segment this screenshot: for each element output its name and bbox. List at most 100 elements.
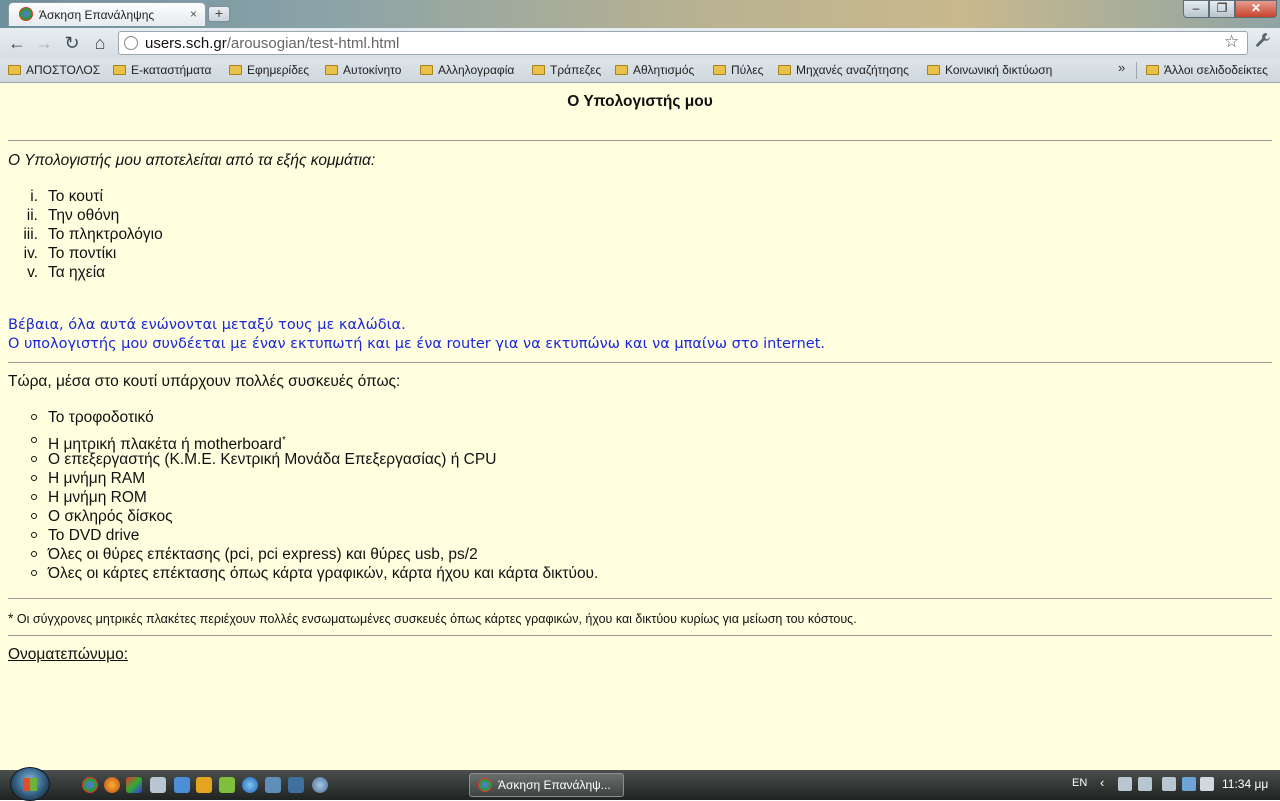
folder-icon [713,65,726,75]
list-item: Όλες οι θύρες επέκτασης (pci, pci expres… [31,545,598,564]
internal-devices-list: Το τροφοδοτικό Η μητρική πλακέτα ή mothe… [31,408,599,583]
firefox-quicklaunch-icon[interactable] [104,777,120,793]
explorer-quicklaunch-icon[interactable] [174,777,190,793]
globe-quicklaunch-icon[interactable] [312,777,328,793]
folder-icon [420,65,433,75]
forward-arrow-icon[interactable]: → [33,32,55,54]
bookmark-other-bookmarks[interactable]: Άλλοι σελιδοδείκτες [1146,63,1268,77]
desktop-quicklaunch-icon[interactable] [265,777,281,793]
list-number: ii. [26,207,38,224]
tray-app-icon[interactable] [1162,777,1176,791]
media-quicklaunch-icon[interactable] [196,777,212,793]
taskbar-chrome-window[interactable]: Άσκηση Επανάληψ... [469,773,624,797]
bullet-circle-icon [31,456,37,462]
minimize-button[interactable]: – [1183,0,1209,18]
folder-icon [1146,65,1159,75]
bookmark-mixanes-anazitisis[interactable]: Μηχανές αναζήτησης [778,63,909,77]
list-text: Το τροφοδοτικό [48,409,154,426]
list-text: Το DVD drive [48,527,140,544]
network-icon[interactable] [1182,777,1196,791]
browser-tab[interactable]: Άσκηση Επανάληψης × [8,2,206,26]
close-window-button[interactable]: ✕ [1235,0,1277,18]
bookmark-aftokinito[interactable]: Αυτοκίνητο [325,63,401,77]
chrome-favicon-icon [478,778,492,792]
bullet-circle-icon [31,570,37,576]
bookmark-athlitismos[interactable]: Αθλητισμός [615,63,694,77]
url-host: users.sch.gr [145,35,227,52]
bookmark-koinoniki-diktyosi[interactable]: Κοινωνική δικτύωση [927,63,1052,77]
bookmark-label: Αθλητισμός [633,63,695,77]
windows-taskbar: Άσκηση Επανάληψ... EN ‹ 11:34 μμ [0,767,1280,801]
list-item: iii. Το πληκτρολόγιο [23,225,162,244]
folder-icon [615,65,628,75]
home-icon[interactable]: ⌂ [89,32,111,54]
taskbar-window-label: Άσκηση Επανάληψ... [498,778,611,792]
folder-icon [8,65,21,75]
bookmark-efimerides[interactable]: Εφημερίδες [229,63,309,77]
page-info-icon[interactable] [124,36,138,50]
list-text: Ο σκληρός δίσκος [48,508,173,525]
page-content: Ο Υπολογιστής μου Ο Υπολογιστής μου αποτ… [0,83,1280,770]
folder-icon [229,65,242,75]
show-hidden-icons-chevron-icon[interactable]: ‹ [1100,775,1104,790]
bullet-circle-icon [31,437,37,443]
language-indicator[interactable]: EN [1072,777,1087,789]
horizontal-rule [8,598,1272,599]
bookmark-label: Πύλες [731,63,764,77]
footnote-text: * Οι σύγχρονες μητρικές πλακέτες περιέχο… [8,610,857,626]
url-text: users.sch.gr/arousogian/test-html.html [145,35,399,52]
new-tab-button[interactable]: + [208,6,230,22]
reload-icon[interactable]: ↻ [61,32,83,54]
bookmark-apostolos[interactable]: ΑΠΟΣΤΟΛΟΣ [8,63,100,77]
list-text: Η μνήμη RAM [48,470,146,487]
bookmark-e-katastimata[interactable]: Ε-καταστήματα [113,63,211,77]
start-button[interactable] [10,767,50,801]
cables-text: Βέβαια, όλα αυτά ενώνονται μεταξύ τους μ… [8,317,406,333]
horizontal-rule [8,362,1272,363]
internet-explorer-quicklaunch-icon[interactable] [242,777,258,793]
switch-windows-quicklaunch-icon[interactable] [288,777,304,793]
tray-tools-icon[interactable] [1138,777,1152,791]
bookmark-trapezes[interactable]: Τράπεζες [532,63,601,77]
volume-speaker-icon[interactable] [1200,777,1214,791]
bookmark-allilografia[interactable]: Αλληλογραφία [420,63,514,77]
bookmark-label: Άλλοι σελιδοδείκτες [1164,63,1268,77]
bookmark-label: ΑΠΟΣΤΟΛΟΣ [26,63,101,77]
paint-quicklaunch-icon[interactable] [126,777,142,793]
chrome-favicon-icon [19,7,33,21]
list-text: Όλες οι κάρτες επέκτασης όπως κάρτα γραφ… [48,565,599,582]
notepad-quicklaunch-icon[interactable] [150,777,166,793]
address-bar[interactable]: users.sch.gr/arousogian/test-html.html [118,31,1248,55]
bookmark-label: Αυτοκίνητο [343,63,402,77]
list-item: ii. Την οθόνη [27,206,163,225]
back-arrow-icon[interactable]: ← [6,32,28,54]
tab-close-icon[interactable]: × [190,7,197,21]
list-number: iii. [23,226,38,243]
list-number: v. [27,264,38,281]
taskbar-clock[interactable]: 11:34 μμ [1222,777,1268,791]
horizontal-rule [8,140,1272,141]
list-item: Όλες οι κάρτες επέκτασης όπως κάρτα γραφ… [31,564,599,583]
list-item: i. Το κουτί [30,187,163,206]
bullet-circle-icon [31,551,37,557]
devices-intro-text: Τώρα, μέσα στο κουτί υπάρχουν πολλές συσ… [8,373,401,390]
bookmark-star-icon[interactable]: ☆ [1224,32,1239,52]
maximize-button[interactable]: ❐ [1209,0,1235,18]
folder-icon [113,65,126,75]
list-number: iv. [23,245,38,262]
chrome-quicklaunch-icon[interactable] [82,777,98,793]
tray-display-icon[interactable] [1118,777,1132,791]
bullet-circle-icon [31,532,37,538]
folder-icon [532,65,545,75]
list-item: Η μνήμη ROM [31,488,598,507]
list-item: Ο σκληρός δίσκος [31,507,598,526]
list-text: Την οθόνη [48,207,120,224]
browser-toolbar: ← → ↻ ⌂ users.sch.gr/arousogian/test-htm… [0,28,1280,58]
wrench-menu-icon[interactable] [1255,32,1271,53]
list-item: Η μνήμη RAM [31,469,598,488]
bookmark-pyles[interactable]: Πύλες [713,63,763,77]
bookmarks-overflow-chevron-icon[interactable]: » [1118,60,1125,75]
app-quicklaunch-icon[interactable] [219,777,235,793]
list-item: Η μητρική πλακέτα ή motherboard* [31,431,598,453]
windows-logo-icon [23,778,37,791]
